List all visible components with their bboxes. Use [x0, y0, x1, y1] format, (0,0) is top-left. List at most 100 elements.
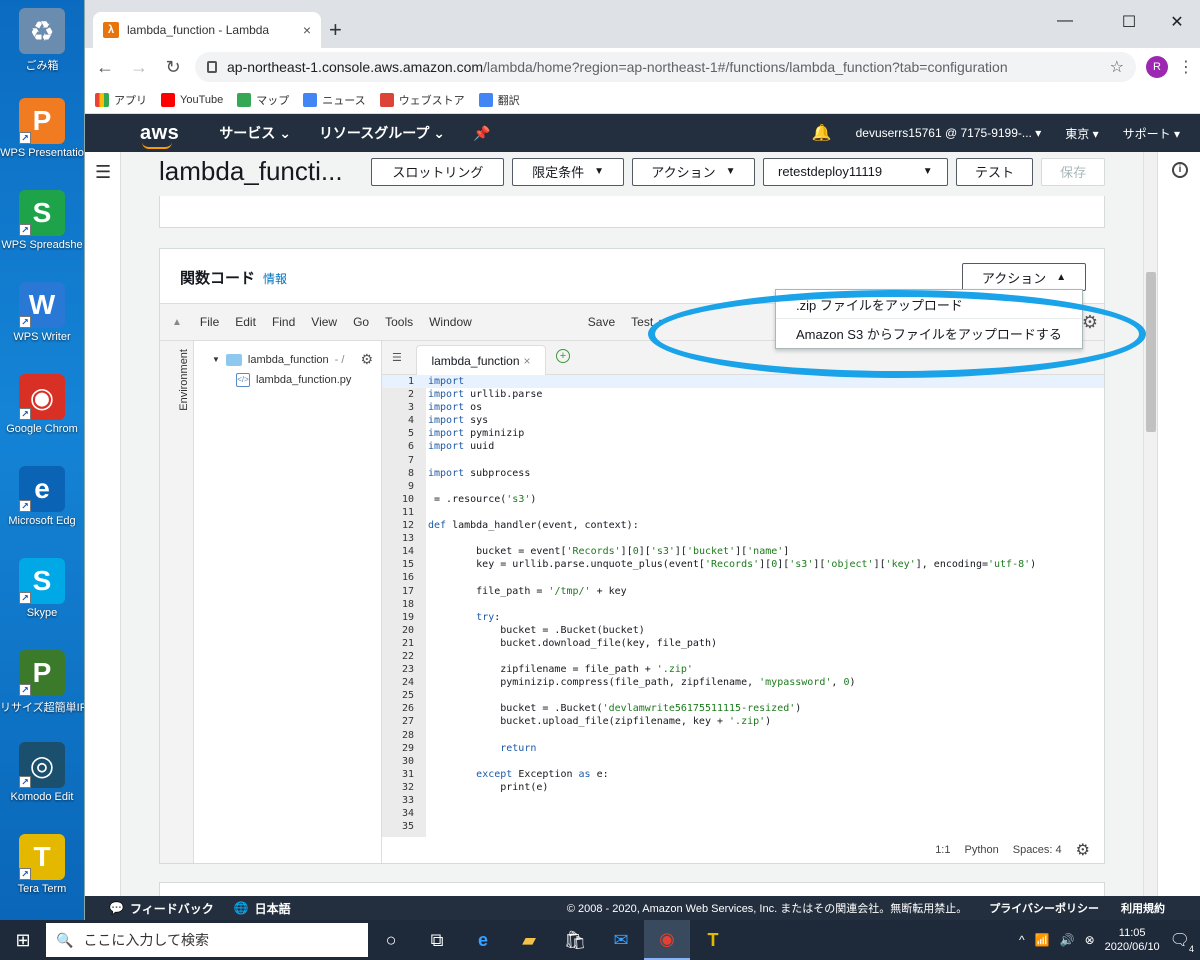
bookmark-youtube[interactable]: YouTube	[161, 92, 223, 107]
bookmark-news[interactable]: ニュース	[303, 92, 366, 108]
ide-save-button[interactable]: Save	[588, 315, 615, 329]
maximize-button[interactable]: ☐	[1117, 12, 1141, 32]
close-window-button[interactable]: ✕	[1165, 12, 1189, 32]
environment-tab[interactable]: Environment	[160, 341, 194, 863]
minimize-button[interactable]: —	[1053, 12, 1077, 30]
address-bar[interactable]: ap-northeast-1.console.aws.amazon.com/la…	[195, 52, 1136, 82]
line-number: 6	[407, 441, 414, 453]
caret-down-icon[interactable]: ▼	[657, 317, 666, 327]
test-event-select[interactable]: retestdeploy11119 ▼	[763, 157, 948, 186]
scrollbar-thumb[interactable]	[1146, 272, 1156, 432]
code-actions-button[interactable]: アクション ▲	[962, 263, 1086, 291]
cortana-icon[interactable]: ○	[368, 920, 414, 960]
bookmark-star-icon[interactable]: ☆	[1110, 57, 1124, 77]
bookmark-apps[interactable]: アプリ	[95, 92, 147, 108]
page-scrollbar[interactable]	[1143, 152, 1157, 896]
desktop-icon[interactable]: ◎ ↗ Komodo Edit	[0, 742, 84, 803]
save-button[interactable]: 保存	[1041, 157, 1105, 186]
notification-center-icon[interactable]: 🗨 4	[1170, 930, 1194, 954]
back-icon[interactable]: ←	[93, 57, 117, 78]
close-icon[interactable]: ×	[524, 354, 531, 368]
tera-term-icon[interactable]: T	[690, 920, 736, 960]
pin-icon[interactable]: 📌	[473, 125, 490, 142]
upload-zip-item[interactable]: .zip ファイルをアップロード	[776, 290, 1082, 319]
browser-menu-icon[interactable]: ⋮	[1178, 57, 1194, 77]
feedback-link[interactable]: 💬 フィードバック	[109, 900, 214, 917]
qualifiers-button[interactable]: 限定条件 ▼	[512, 157, 624, 186]
region-menu[interactable]: 東京 ▾	[1065, 125, 1098, 142]
indent-setting[interactable]: Spaces: 4	[1013, 844, 1062, 856]
test-button[interactable]: テスト	[955, 157, 1034, 186]
shortcut-arrow-icon: ↗	[19, 776, 31, 788]
app-icon: ◉ ↗	[19, 374, 65, 420]
desktop-icon[interactable]: e ↗ Microsoft Edg	[0, 466, 84, 527]
code-area[interactable]: import import urllib.parse import os impor…	[426, 375, 1104, 837]
actions-button[interactable]: アクション ▼	[631, 157, 755, 186]
profile-avatar[interactable]: R	[1146, 56, 1168, 78]
windows-start-icon[interactable]: ⊞	[0, 930, 46, 951]
browser-tab[interactable]: λ lambda_function - Lambda ×	[93, 12, 321, 48]
collapse-icon[interactable]: ▲	[172, 317, 182, 328]
throttling-button[interactable]: スロットリング	[371, 157, 505, 186]
desktop-icon[interactable]: ♻ ごみ箱	[0, 8, 84, 73]
file-explorer-icon[interactable]: ▰	[506, 920, 552, 960]
desktop-icon[interactable]: S ↗ WPS Spreadshe	[0, 190, 84, 251]
ide-test-button[interactable]: Test	[631, 315, 653, 329]
tree-folder[interactable]: ▼ lambda_function - / ⚙	[212, 351, 373, 368]
terms-link[interactable]: 利用規約	[1121, 900, 1165, 916]
language-selector[interactable]: 🌐 日本語	[234, 900, 291, 917]
edge-icon[interactable]: e	[460, 920, 506, 960]
store-icon[interactable]: 🛍	[552, 920, 598, 960]
task-view-icon[interactable]: ⧉	[414, 920, 460, 960]
aws-logo[interactable]: aws	[140, 122, 179, 149]
services-menu[interactable]: サービス ⌄	[219, 123, 291, 143]
tab-list-icon[interactable]: ☰	[392, 351, 402, 364]
volume-icon[interactable]: 🔊	[1060, 933, 1075, 947]
battery-icon[interactable]: ⊗	[1085, 933, 1095, 947]
privacy-link[interactable]: プライバシーポリシー	[989, 900, 1099, 916]
ide-menu-go[interactable]: Go	[353, 315, 369, 329]
hamburger-menu-icon[interactable]: ☰	[95, 162, 111, 183]
ide-menu-file[interactable]: File	[200, 315, 219, 329]
gear-icon[interactable]: ⚙	[1076, 840, 1090, 860]
info-link[interactable]: 情報	[263, 270, 287, 287]
support-menu[interactable]: サポート ▾	[1123, 125, 1180, 142]
network-icon[interactable]: 📶	[1035, 933, 1050, 947]
bell-icon[interactable]: 🔔	[812, 123, 832, 143]
bookmark-webstore[interactable]: ウェブストア	[379, 92, 465, 108]
bookmark-maps[interactable]: マップ	[237, 92, 289, 108]
clock[interactable]: 11:05 2020/06/10	[1105, 926, 1160, 954]
taskbar-search[interactable]: 🔍 ここに入力して検索	[46, 923, 368, 957]
ide-menu-window[interactable]: Window	[429, 315, 472, 329]
editor-tab[interactable]: lambda_function ×	[416, 345, 546, 375]
close-tab-icon[interactable]: ×	[303, 22, 311, 38]
upload-from-s3-item[interactable]: Amazon S3 からファイルをアップロードする	[776, 319, 1082, 348]
desktop-icon[interactable]: T ↗ Tera Term	[0, 834, 84, 895]
left-rail: ☰	[85, 152, 121, 896]
add-tab-icon[interactable]: +	[556, 349, 570, 363]
mail-icon[interactable]: ✉	[598, 920, 644, 960]
desktop-icon[interactable]: P ↗ WPS Presentatio	[0, 98, 84, 159]
ide-menu-find[interactable]: Find	[272, 315, 295, 329]
desktop-icon[interactable]: W ↗ WPS Writer	[0, 282, 84, 343]
chrome-icon[interactable]: ◉	[644, 920, 690, 960]
bookmark-translate[interactable]: 翻訳	[478, 92, 520, 108]
tree-file[interactable]: </> lambda_function.py	[236, 373, 351, 387]
language-mode[interactable]: Python	[964, 844, 998, 856]
reload-icon[interactable]: ↻	[161, 57, 185, 78]
ide-menu-tools[interactable]: Tools	[385, 315, 413, 329]
forward-icon[interactable]: →	[127, 57, 151, 78]
gear-icon[interactable]: ⚙	[1082, 312, 1098, 333]
new-tab-button[interactable]: +	[329, 19, 342, 41]
info-icon[interactable]: i	[1172, 162, 1188, 178]
account-menu[interactable]: devuserrs15761 @ 7175-9199-... ▾	[856, 126, 1042, 140]
resource-groups-menu[interactable]: リソースグループ ⌄	[319, 123, 445, 143]
chevron-up-icon[interactable]: ^	[1019, 933, 1025, 947]
gear-icon[interactable]: ⚙	[360, 351, 373, 368]
ide-menu-edit[interactable]: Edit	[235, 315, 256, 329]
desktop-icon[interactable]: ◉ ↗ Google Chrom	[0, 374, 84, 435]
desktop-icon[interactable]: S ↗ Skype	[0, 558, 84, 619]
ide-menu-view[interactable]: View	[311, 315, 337, 329]
desktop-icon[interactable]: P ↗ リサイズ超簡単IP	[0, 650, 84, 715]
